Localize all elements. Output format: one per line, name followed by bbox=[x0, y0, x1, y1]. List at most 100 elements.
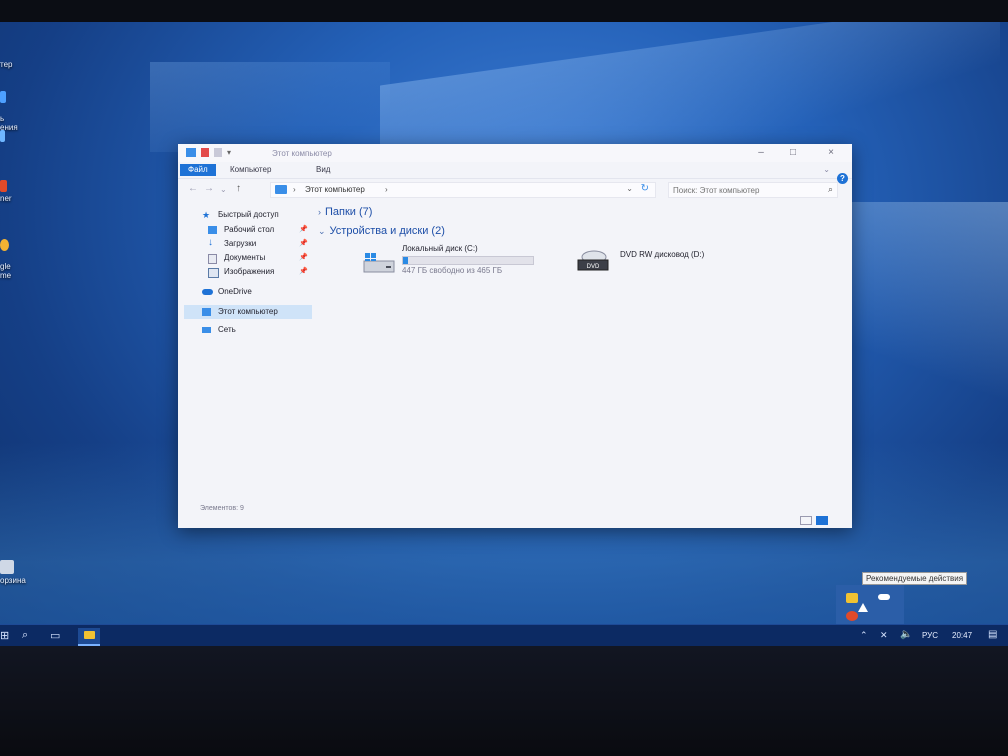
desktop-icon-recycle-bin[interactable]: орзина bbox=[0, 560, 26, 585]
sidebar-item-label: Этот компьютер bbox=[218, 307, 278, 316]
pc-icon bbox=[186, 148, 196, 157]
tiles-view-icon[interactable] bbox=[816, 516, 828, 525]
explorer-window: ▾ Этот компьютер – □ × Файл Компьютер Ви… bbox=[178, 144, 852, 528]
maximize-button[interactable]: □ bbox=[778, 147, 808, 159]
sidebar-item-downloads[interactable]: ↓ Загрузки 📌 bbox=[184, 237, 312, 251]
mouse-cursor-icon bbox=[858, 603, 868, 612]
app-tray-icon[interactable] bbox=[846, 611, 858, 621]
sidebar-item-pictures[interactable]: Изображения 📌 bbox=[184, 265, 312, 279]
sidebar-item-label: Изображения bbox=[224, 267, 275, 276]
sidebar-item-label: Рабочий стол bbox=[224, 225, 275, 234]
group-devices[interactable]: ⌄ Устройства и диски (2) bbox=[318, 225, 445, 237]
ribbon: Файл Компьютер Вид ⌄ ? bbox=[178, 162, 852, 184]
sidebar-item-onedrive[interactable]: OneDrive bbox=[184, 285, 312, 299]
pin-icon: 📌 bbox=[299, 268, 308, 275]
group-folders[interactable]: › Папки (7) bbox=[318, 206, 372, 218]
tab-computer[interactable]: Компьютер bbox=[222, 164, 279, 176]
recent-chevron-icon[interactable]: ⌄ bbox=[220, 185, 227, 194]
network-icon[interactable]: ✕ bbox=[880, 630, 888, 641]
pin-icon: 📌 bbox=[299, 254, 308, 261]
desktop-folder-icon bbox=[208, 226, 217, 234]
sidebar-item-network[interactable]: Сеть bbox=[184, 323, 312, 337]
tab-view[interactable]: Вид bbox=[308, 164, 338, 176]
desktop-icon-panel[interactable]: ь ения bbox=[0, 82, 18, 132]
sidebar-item-label: Сеть bbox=[218, 325, 236, 334]
back-icon[interactable]: ← bbox=[188, 183, 198, 194]
up-icon[interactable]: ↑ bbox=[236, 183, 241, 194]
properties-icon[interactable] bbox=[201, 148, 209, 157]
monitor-bezel-bottom bbox=[0, 646, 1008, 756]
address-dropdown-icon[interactable]: ⌄ bbox=[626, 184, 633, 193]
desktop-icon-computer[interactable]: тер bbox=[0, 60, 12, 69]
network-icon bbox=[202, 327, 211, 333]
navigation-pane: ★ Быстрый доступ Рабочий стол 📌 ↓ Загруз… bbox=[184, 206, 314, 506]
status-bar-count: Элементов: 9 bbox=[200, 505, 244, 512]
close-button[interactable]: × bbox=[816, 147, 846, 159]
group-label: Папки (7) bbox=[325, 206, 373, 218]
onedrive-tray-icon[interactable] bbox=[878, 594, 890, 600]
group-label: Устройства и диски (2) bbox=[329, 225, 445, 237]
chevron-down-icon[interactable]: ▾ bbox=[227, 148, 233, 157]
tab-file[interactable]: Файл bbox=[180, 164, 216, 176]
panel-icon bbox=[0, 91, 6, 103]
sidebar-item-label: Загрузки bbox=[224, 239, 257, 248]
language-indicator[interactable]: РУС bbox=[922, 631, 938, 640]
taskbar: ⊞ ⌕ ▭ ⌃ ✕ 🔈 РУС 20:47 ▤ bbox=[0, 624, 1008, 647]
search-icon[interactable]: ⌕ bbox=[828, 184, 833, 195]
drive-name: DVD RW дисковод (D:) bbox=[620, 250, 705, 259]
breadcrumb-separator-icon: › bbox=[385, 185, 388, 194]
monitor-bezel-top bbox=[0, 0, 1008, 22]
pin-icon: 📌 bbox=[299, 240, 308, 247]
new-folder-icon[interactable] bbox=[214, 148, 222, 157]
address-bar[interactable]: › Этот компьютер › ⌄ ↻ bbox=[270, 182, 656, 198]
drive-name: Локальный диск (C:) bbox=[402, 244, 478, 253]
desktop-icon-label: ner bbox=[0, 194, 12, 203]
document-icon bbox=[208, 254, 217, 264]
sidebar-item-this-pc[interactable]: Этот компьютер bbox=[184, 305, 312, 319]
action-center-flag-icon[interactable] bbox=[846, 593, 858, 603]
desktop-icon-label: тер bbox=[0, 60, 13, 69]
chevron-right-icon: › bbox=[318, 207, 321, 217]
desktop-icon-cleaner[interactable]: ner bbox=[0, 180, 12, 203]
ccleaner-icon bbox=[0, 180, 7, 192]
drive-usage-bar bbox=[402, 256, 534, 265]
recycle-bin-icon bbox=[0, 560, 14, 574]
sidebar-item-label: OneDrive bbox=[218, 287, 252, 296]
forward-icon[interactable]: → bbox=[204, 183, 214, 194]
picture-icon bbox=[208, 268, 219, 278]
wallpaper-light bbox=[150, 62, 390, 152]
star-icon: ★ bbox=[202, 210, 211, 220]
search-icon[interactable]: ⌕ bbox=[22, 629, 28, 642]
task-view-icon[interactable]: ▭ bbox=[50, 629, 60, 642]
sidebar-item-label: Документы bbox=[224, 253, 266, 262]
start-button[interactable]: ⊞ bbox=[0, 629, 9, 642]
sidebar-item-documents[interactable]: Документы 📌 bbox=[184, 251, 312, 265]
search-input[interactable] bbox=[669, 183, 817, 197]
show-hidden-icons-icon[interactable]: ⌃ bbox=[860, 630, 868, 641]
tray-overflow-popup bbox=[836, 585, 904, 627]
breadcrumb-separator-icon: › bbox=[293, 185, 296, 194]
minimize-button[interactable]: – bbox=[746, 147, 776, 159]
search-box[interactable]: ⌕ bbox=[668, 182, 838, 198]
desktop-icon-label: орзина bbox=[0, 576, 26, 585]
view-buttons bbox=[800, 516, 828, 525]
svg-text:DVD: DVD bbox=[587, 264, 600, 270]
desktop-icon-network[interactable] bbox=[0, 130, 5, 144]
desktop-icon-chrome[interactable]: gle me bbox=[0, 230, 11, 280]
notifications-icon[interactable]: ▤ bbox=[988, 629, 997, 640]
title-bar[interactable]: ▾ Этот компьютер – □ × bbox=[178, 144, 852, 162]
details-view-icon[interactable] bbox=[800, 516, 812, 525]
sidebar-item-quick-access[interactable]: ★ Быстрый доступ bbox=[184, 208, 312, 222]
breadcrumb[interactable]: Этот компьютер bbox=[305, 185, 365, 194]
address-row: ← → ⌄ ↑ › Этот компьютер › ⌄ ↻ ⌕ bbox=[178, 180, 852, 200]
sidebar-item-label: Быстрый доступ bbox=[218, 210, 279, 219]
expand-ribbon-icon[interactable]: ⌄ bbox=[823, 165, 830, 174]
clock[interactable]: 20:47 bbox=[952, 631, 972, 640]
sidebar-item-desktop[interactable]: Рабочий стол 📌 bbox=[184, 223, 312, 237]
folder-icon bbox=[84, 631, 95, 639]
refresh-icon[interactable]: ↻ bbox=[641, 183, 649, 194]
quick-access-toolbar: ▾ bbox=[186, 148, 233, 157]
pc-icon bbox=[275, 185, 287, 194]
volume-icon[interactable]: 🔈 bbox=[900, 629, 912, 640]
taskbar-explorer-button[interactable] bbox=[78, 628, 100, 646]
